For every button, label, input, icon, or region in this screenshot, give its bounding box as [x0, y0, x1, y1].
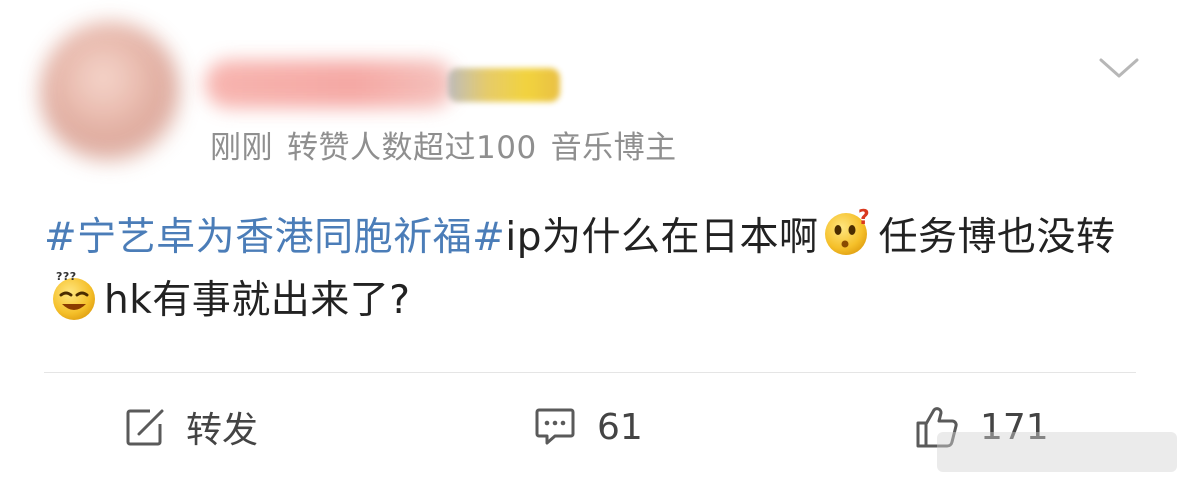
- share-edit-icon: [126, 409, 164, 446]
- svg-text:?: ?: [858, 206, 870, 229]
- comment-icon: [535, 408, 575, 445]
- thinking-emoji-icon: ?: [825, 206, 870, 255]
- post-meta: 刚刚 转赞人数超过100 音乐博主: [210, 122, 691, 167]
- divider: [44, 372, 1136, 373]
- repost-label: 转发: [186, 410, 259, 451]
- chevron-down-icon[interactable]: [1095, 54, 1143, 82]
- repost-button[interactable]: 转发: [124, 400, 258, 454]
- post-text-part-3: hk有事就出来了?: [104, 278, 411, 323]
- post-text-part-1: ip为什么在日本啊: [505, 215, 819, 260]
- post-text-part-2: 任务博也没转: [878, 215, 1116, 260]
- vip-badge: [448, 68, 560, 102]
- post-text: #宁艺卓为香港同胞祈福#ip为什么在日本啊 ? 任务博也没转 ??? hk有事就…: [44, 206, 1144, 332]
- post-time: 刚刚: [210, 130, 273, 166]
- comment-button[interactable]: 61: [533, 400, 643, 454]
- username-blurred[interactable]: [205, 60, 455, 108]
- confused-emoji-icon: ???: [53, 270, 95, 320]
- reposts-note: 转赞人数超过100: [287, 130, 537, 166]
- avatar[interactable]: [40, 22, 180, 162]
- comment-count: 61: [597, 406, 643, 448]
- watermark: [937, 432, 1177, 472]
- hashtag-link[interactable]: #宁艺卓为香港同胞祈福#: [44, 215, 505, 260]
- svg-text:???: ???: [56, 270, 77, 283]
- user-tag: 音乐博主: [550, 130, 677, 166]
